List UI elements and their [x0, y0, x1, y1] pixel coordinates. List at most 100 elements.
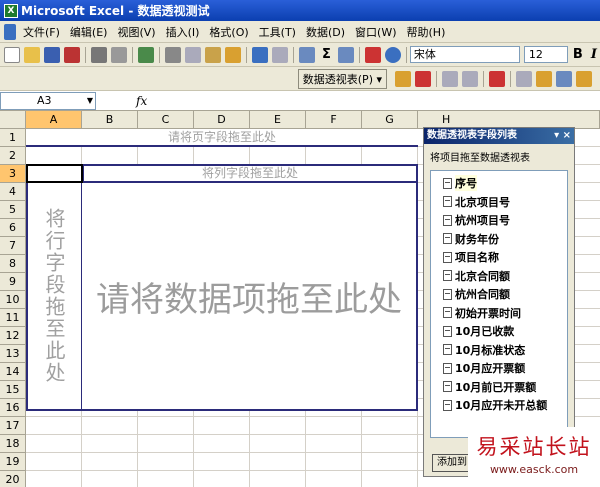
chart-wizard-icon[interactable]: [364, 46, 381, 63]
field-item[interactable]: 10月标准状态: [443, 341, 567, 360]
redo-icon[interactable]: [272, 46, 288, 63]
row-header[interactable]: 8: [0, 255, 26, 273]
menu-format[interactable]: 格式(O): [204, 24, 253, 40]
name-box-dropdown-icon[interactable]: ▼: [87, 93, 93, 109]
column-header-g[interactable]: G: [362, 111, 418, 129]
menu-edit[interactable]: 编辑(E): [65, 24, 113, 40]
field-label: 项目名称: [455, 251, 499, 265]
save-icon[interactable]: [44, 46, 60, 63]
row-field-drop-zone[interactable]: 将行字段拖至此处: [26, 183, 83, 411]
menu-file[interactable]: 文件(F): [18, 24, 65, 40]
insert-function-button[interactable]: fx: [136, 94, 147, 108]
row-header[interactable]: 6: [0, 219, 26, 237]
row-header[interactable]: 11: [0, 309, 26, 327]
field-item[interactable]: 北京合同额: [443, 267, 567, 286]
pivot-table-menu[interactable]: 数据透视表(P) ▾: [297, 68, 387, 89]
column-header-b[interactable]: B: [82, 111, 138, 129]
name-box[interactable]: A3 ▼: [0, 91, 96, 110]
row-header[interactable]: 10: [0, 291, 26, 309]
field-item[interactable]: 10月前已开票额: [443, 378, 567, 397]
row-header[interactable]: 3: [0, 165, 26, 183]
page-field-drop-zone[interactable]: 请将页字段拖至此处: [26, 129, 418, 147]
show-detail-icon[interactable]: [462, 70, 478, 87]
select-all-corner[interactable]: [0, 111, 26, 129]
hyperlink-icon[interactable]: [299, 46, 315, 63]
field-item[interactable]: 10月应开票额: [443, 359, 567, 378]
paste-icon[interactable]: [205, 46, 221, 63]
row-header[interactable]: 2: [0, 147, 26, 165]
format-report-icon[interactable]: [395, 70, 411, 87]
menu-insert[interactable]: 插入(I): [161, 24, 205, 40]
print-icon[interactable]: [91, 46, 107, 63]
bold-button[interactable]: B: [573, 47, 583, 62]
separator: [405, 46, 407, 63]
field-item[interactable]: 初始开票时间: [443, 304, 567, 323]
field-item[interactable]: 10月应开未开总额: [443, 396, 567, 415]
menu-view[interactable]: 视图(V): [112, 24, 160, 40]
field-icon: [443, 325, 452, 337]
field-item[interactable]: 北京项目号: [443, 193, 567, 212]
add-to-button[interactable]: 添加到: [432, 454, 472, 472]
copy-icon[interactable]: [185, 46, 201, 63]
active-cell-a3[interactable]: [26, 164, 83, 183]
autosum-button[interactable]: Σ: [322, 47, 331, 62]
options-icon[interactable]: [576, 70, 592, 87]
row-header[interactable]: 1: [0, 129, 26, 147]
column-header-a[interactable]: A: [26, 111, 82, 129]
field-list-title-bar[interactable]: 数据透视表字段列表 ▾ ×: [424, 128, 574, 144]
document-icon[interactable]: [4, 23, 16, 40]
field-item[interactable]: 杭州合同额: [443, 285, 567, 304]
column-field-drop-zone[interactable]: 将列字段拖至此处: [82, 164, 418, 183]
row-header[interactable]: 19: [0, 453, 26, 471]
row-header[interactable]: 12: [0, 327, 26, 345]
column-header-c[interactable]: C: [138, 111, 194, 129]
cut-icon[interactable]: [165, 46, 181, 63]
row-header[interactable]: 14: [0, 363, 26, 381]
undo-icon[interactable]: [252, 46, 268, 63]
row-header[interactable]: 16: [0, 399, 26, 417]
refresh-icon[interactable]: [489, 70, 505, 87]
row-header[interactable]: 4: [0, 183, 26, 201]
menu-tools[interactable]: 工具(T): [254, 24, 301, 40]
field-item[interactable]: 财务年份: [443, 230, 567, 249]
row-header[interactable]: 13: [0, 345, 26, 363]
row-header[interactable]: 18: [0, 435, 26, 453]
menu-window[interactable]: 窗口(W): [350, 24, 401, 40]
help-icon[interactable]: [384, 46, 401, 63]
row-header[interactable]: 20: [0, 471, 26, 487]
include-hidden-icon[interactable]: [516, 70, 532, 87]
menu-help[interactable]: 帮助(H): [402, 24, 451, 40]
field-settings-icon[interactable]: [536, 70, 552, 87]
field-item[interactable]: 10月已收款: [443, 322, 567, 341]
open-icon[interactable]: [24, 46, 40, 63]
print-preview-icon[interactable]: [111, 46, 127, 63]
sort-ascending-icon[interactable]: [337, 46, 354, 63]
field-list-box[interactable]: 序号 北京项目号 杭州项目号 财务年份 项目名称 北京合同额 杭州合同额 初始开…: [430, 170, 568, 438]
format-painter-icon[interactable]: [225, 46, 241, 63]
font-size-select[interactable]: 12: [523, 46, 568, 63]
spelling-icon[interactable]: [138, 46, 154, 63]
hide-detail-icon[interactable]: [442, 70, 458, 87]
menu-data[interactable]: 数据(D): [301, 24, 350, 40]
permission-icon[interactable]: [64, 46, 80, 63]
column-header-f[interactable]: F: [306, 111, 362, 129]
new-icon[interactable]: [4, 46, 20, 63]
row-header[interactable]: 17: [0, 417, 26, 435]
row-header[interactable]: 7: [0, 237, 26, 255]
chart-icon[interactable]: [415, 70, 431, 87]
panel-controls[interactable]: ▾ ×: [554, 128, 571, 144]
data-item-drop-zone[interactable]: 请将数据项拖至此处: [81, 183, 418, 411]
field-item[interactable]: 序号: [443, 174, 567, 193]
field-item[interactable]: 项目名称: [443, 248, 567, 267]
column-header-d[interactable]: D: [194, 111, 250, 129]
italic-button[interactable]: I: [591, 47, 597, 62]
row-header[interactable]: 9: [0, 273, 26, 291]
font-name-select[interactable]: 宋体: [409, 46, 520, 63]
page-field-drop-zone-label: 请将页字段拖至此处: [167, 130, 276, 144]
row-header[interactable]: 15: [0, 381, 26, 399]
column-header-e[interactable]: E: [250, 111, 306, 129]
row-header[interactable]: 5: [0, 201, 26, 219]
field-item[interactable]: 杭州项目号: [443, 211, 567, 230]
excel-app-icon[interactable]: X: [4, 3, 18, 18]
field-list-icon[interactable]: [556, 70, 572, 87]
